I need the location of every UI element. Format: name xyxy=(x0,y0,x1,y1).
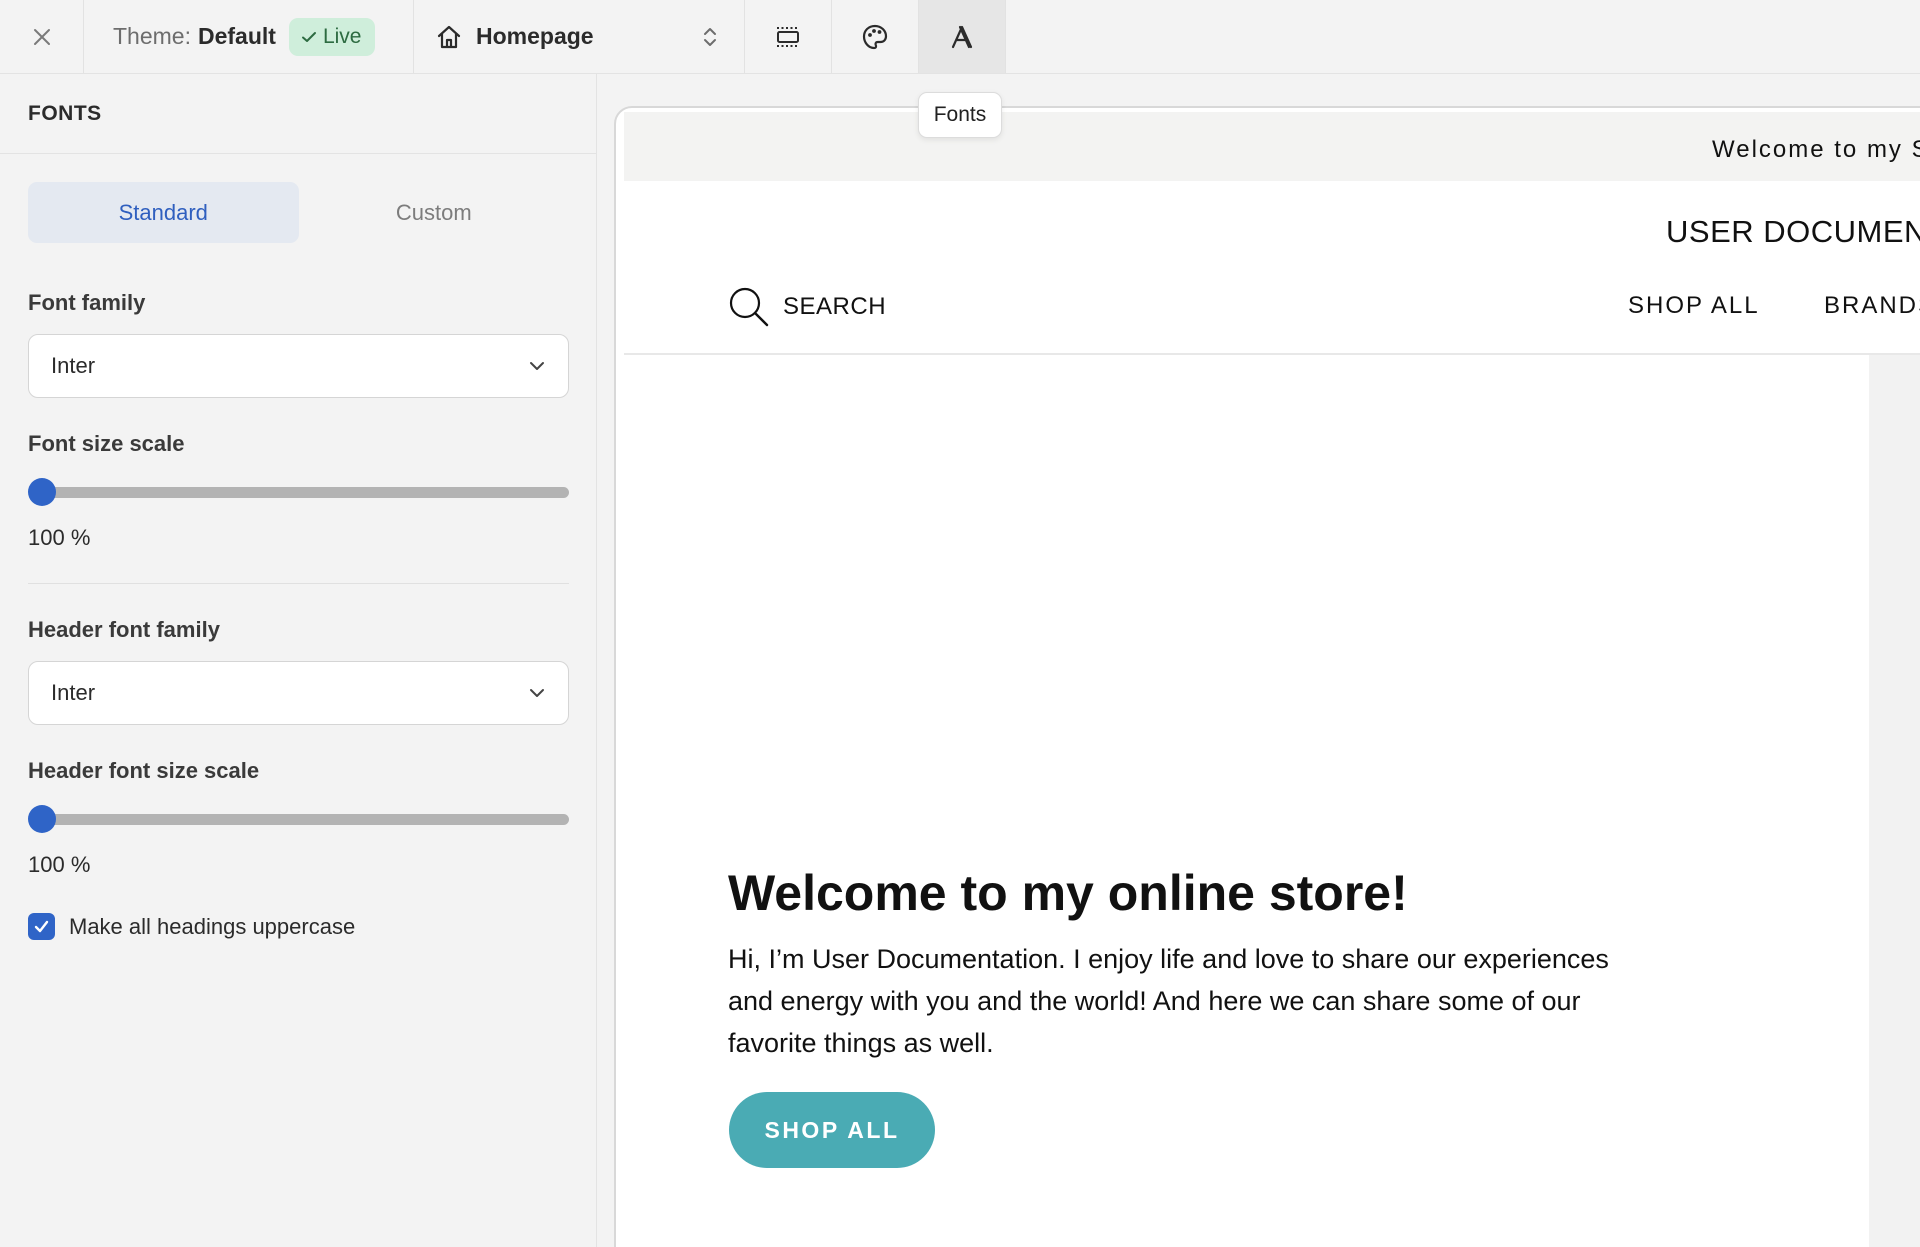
header-font-family-select[interactable]: Inter xyxy=(28,661,569,725)
slider-track[interactable] xyxy=(34,814,569,825)
uppercase-headings-label: Make all headings uppercase xyxy=(69,913,356,939)
page-name: Homepage xyxy=(476,23,594,49)
nav-brands[interactable]: BRANDS xyxy=(1824,292,1920,320)
shop-all-button[interactable]: SHOP ALL xyxy=(729,1092,935,1168)
search-link[interactable]: SEARCH xyxy=(728,286,886,328)
store-name[interactable]: USER DOCUMEN xyxy=(1666,214,1920,250)
header-font-size-scale-slider[interactable] xyxy=(28,804,569,834)
font-family-label: Font family xyxy=(28,290,146,315)
nav-shop-all[interactable]: SHOP ALL xyxy=(1628,292,1760,320)
theme-name: Default xyxy=(197,23,276,49)
uppercase-headings-checkbox[interactable] xyxy=(28,913,55,940)
check-icon xyxy=(301,31,316,42)
announcement-text: Welcome to my S xyxy=(1712,136,1920,163)
colors-tab-button[interactable] xyxy=(832,0,919,73)
header-font-family-label: Header font family xyxy=(28,617,220,642)
chevron-down-icon xyxy=(530,689,544,697)
uppercase-headings-option: Make all headings uppercase xyxy=(28,913,355,940)
close-icon xyxy=(33,28,50,45)
header-font-size-scale-value: 100 % xyxy=(28,852,91,877)
updown-chevron-icon xyxy=(704,28,716,46)
font-family-select[interactable]: Inter xyxy=(28,334,569,398)
slider-thumb[interactable] xyxy=(28,805,56,833)
fonts-tooltip: Fonts xyxy=(918,92,1002,138)
fonts-settings-panel: FONTS Standard Custom Font family Inter … xyxy=(0,74,597,1247)
hero-description: Hi, I’m User Documentation. I enjoy life… xyxy=(728,944,1609,1058)
font-size-scale-slider[interactable] xyxy=(28,477,569,507)
divider xyxy=(28,583,569,584)
live-badge-label: Live xyxy=(322,24,362,48)
top-toolbar: Theme: Default Live Homepage xyxy=(0,0,1920,74)
layout-tab-button[interactable] xyxy=(745,0,832,73)
live-status-badge: Live xyxy=(288,17,376,56)
font-family-value: Inter xyxy=(51,353,96,378)
chevron-down-icon xyxy=(530,362,544,370)
font-size-scale-value: 100 % xyxy=(28,525,91,550)
font-size-scale-label: Font size scale xyxy=(28,431,185,456)
panel-title: FONTS xyxy=(28,102,102,125)
header-font-family-value: Inter xyxy=(51,680,96,705)
theme-info: Theme: Default Live xyxy=(84,0,414,73)
theme-label: Theme: xyxy=(113,23,191,49)
slider-thumb[interactable] xyxy=(28,478,56,506)
home-icon xyxy=(437,25,461,48)
divider xyxy=(0,153,596,154)
hero-image-edge xyxy=(1869,355,1920,1247)
layout-icon xyxy=(777,26,799,47)
font-mode-toggle: Standard Custom xyxy=(28,182,569,243)
search-icon xyxy=(729,287,769,327)
divider xyxy=(624,353,1920,355)
check-icon xyxy=(34,920,49,933)
font-icon xyxy=(951,25,973,48)
close-button[interactable] xyxy=(0,0,84,73)
announcement-bar: Welcome to my S xyxy=(624,112,1920,181)
header-font-size-scale-label: Header font size scale xyxy=(28,758,260,783)
hero-title: Welcome to my online store! xyxy=(728,865,1408,921)
tab-custom[interactable]: Custom xyxy=(299,182,570,243)
tab-standard[interactable]: Standard xyxy=(28,182,299,243)
store-preview-frame: Welcome to my S USER DOCUMEN SEARCH SHOP… xyxy=(614,106,1920,1247)
page-selector[interactable]: Homepage xyxy=(414,0,745,73)
search-label: SEARCH xyxy=(783,293,887,320)
slider-track[interactable] xyxy=(34,487,569,498)
fonts-tab-button[interactable] xyxy=(919,0,1006,73)
palette-icon xyxy=(862,24,888,49)
